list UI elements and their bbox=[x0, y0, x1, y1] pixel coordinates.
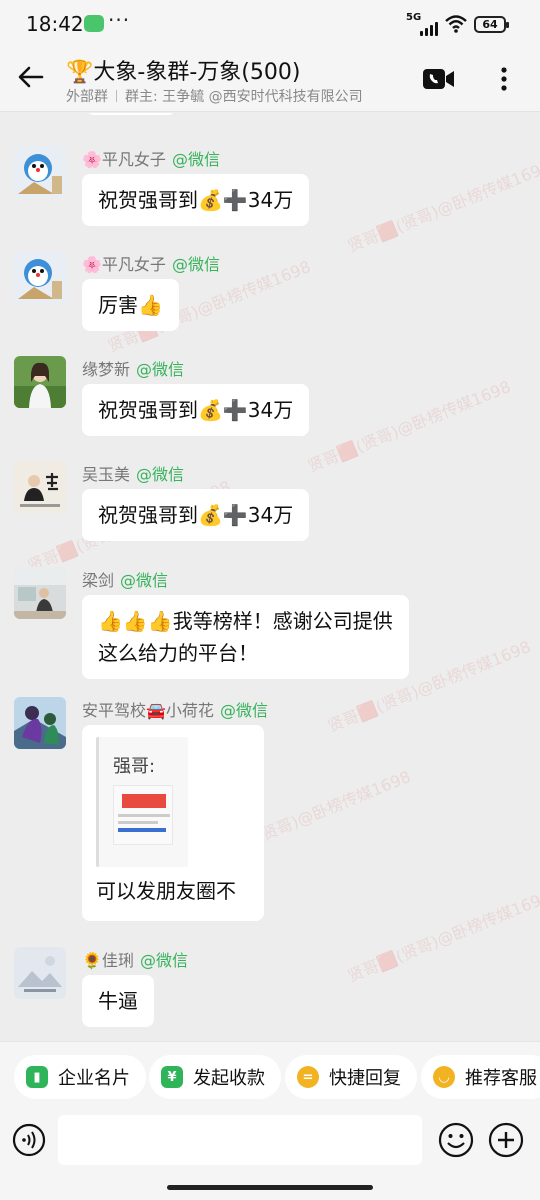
wechat-notification-icon bbox=[84, 15, 104, 32]
quoted-screenshot-thumbnail[interactable] bbox=[113, 785, 173, 845]
quoted-sender: 强哥: bbox=[113, 756, 156, 777]
message-bubble[interactable]: 牛逼 bbox=[82, 975, 154, 1027]
previous-message-bubble bbox=[86, 113, 176, 115]
message-bubble[interactable]: 👍👍👍我等榜样！感谢公司提供 这么给力的平台！ bbox=[82, 595, 409, 679]
recommend-service-button[interactable]: ◡ 推荐客服 bbox=[421, 1055, 540, 1099]
quick-reply-button[interactable]: = 快捷回复 bbox=[285, 1055, 417, 1099]
message-text: 可以发朋友圈不 bbox=[96, 879, 236, 903]
message-item: 🌸平凡女子 @微信 厉害👍 bbox=[14, 251, 526, 331]
enterprise-card-button[interactable]: ▮ 企业名片 bbox=[14, 1055, 146, 1099]
message-item: 缘梦新 @微信 祝贺强哥到💰➕34万 bbox=[14, 356, 526, 436]
avatar[interactable] bbox=[14, 697, 66, 749]
avatar[interactable] bbox=[14, 146, 66, 198]
message-bubble[interactable]: 强哥: 可以发朋友圈不 bbox=[82, 725, 264, 921]
emoji-icon[interactable] bbox=[438, 1122, 474, 1158]
quick-reply-icon: = bbox=[297, 1066, 319, 1088]
quick-action-bar: ▮ 企业名片 ¥ 发起收款 = 快捷回复 ◡ 推荐客服 bbox=[0, 1041, 540, 1113]
message-bubble[interactable]: 厉害👍 bbox=[82, 279, 179, 331]
voice-input-icon[interactable] bbox=[12, 1123, 46, 1157]
message-bubble[interactable]: 祝贺强哥到💰➕34万 bbox=[82, 174, 310, 226]
message-item: 梁剑 @微信 👍👍👍我等榜样！感谢公司提供 这么给力的平台！ bbox=[14, 567, 526, 679]
avatar[interactable] bbox=[14, 567, 66, 619]
plus-icon[interactable] bbox=[488, 1122, 524, 1158]
message-input[interactable] bbox=[58, 1115, 422, 1165]
avatar[interactable] bbox=[14, 461, 66, 513]
sender-name: 🌸平凡女子 @微信 bbox=[82, 150, 220, 169]
wifi-icon bbox=[445, 15, 467, 33]
group-owner: 群主: 王争毓 @西安时代科技有限公司 bbox=[125, 89, 363, 105]
sender-name: 梁剑 @微信 bbox=[82, 571, 169, 590]
status-more-dots: ··· bbox=[108, 8, 131, 32]
chat-message-list[interactable]: 贤哥🟥(贤哥)@卧榜传媒1698 贤哥🟥(贤哥)@卧榜传媒1698 贤哥🟥(贤哥… bbox=[0, 113, 540, 1041]
message-bubble[interactable]: 祝贺强哥到💰➕34万 bbox=[82, 489, 310, 541]
input-bar bbox=[0, 1113, 540, 1200]
signal-icon bbox=[420, 22, 438, 36]
group-subtitle: 外部群 群主: 王争毓 @西安时代科技有限公司 bbox=[66, 86, 363, 106]
sender-name: 安平驾校🚘小荷花 @微信 bbox=[82, 701, 268, 720]
avatar[interactable] bbox=[14, 356, 66, 408]
external-group-tag: 外部群 bbox=[66, 89, 108, 105]
group-title: 🏆大象-象群-万象(500) bbox=[66, 60, 301, 85]
sender-name: 🌻佳琍 @微信 bbox=[82, 951, 188, 970]
card-icon: ▮ bbox=[26, 1066, 48, 1088]
battery-icon: 64 bbox=[474, 16, 509, 33]
message-bubble[interactable]: 祝贺强哥到💰➕34万 bbox=[82, 384, 310, 436]
avatar[interactable] bbox=[14, 251, 66, 303]
avatar[interactable] bbox=[14, 947, 66, 999]
message-item: 🌸平凡女子 @微信 祝贺强哥到💰➕34万 bbox=[14, 146, 526, 226]
start-payment-button[interactable]: ¥ 发起收款 bbox=[149, 1055, 281, 1099]
quoted-image-card[interactable]: 强哥: bbox=[96, 737, 188, 867]
sender-name: 缘梦新 @微信 bbox=[82, 360, 185, 379]
status-bar: 18:42 ··· 5G 64 bbox=[0, 0, 540, 48]
status-time: 18:42 bbox=[26, 12, 84, 36]
home-indicator[interactable] bbox=[167, 1185, 373, 1190]
chat-header: 🏆大象-象群-万象(500) 外部群 群主: 王争毓 @西安时代科技有限公司 bbox=[0, 48, 540, 112]
service-icon: ◡ bbox=[433, 1066, 455, 1088]
video-call-icon[interactable] bbox=[423, 68, 455, 90]
message-item: 🌻佳琍 @微信 牛逼 bbox=[14, 947, 526, 1037]
sender-name: 🌸平凡女子 @微信 bbox=[82, 255, 220, 274]
sender-name: 吴玉美 @微信 bbox=[82, 465, 185, 484]
network-type: 5G bbox=[406, 12, 422, 23]
message-item: 安平驾校🚘小荷花 @微信 强哥: 可以发朋友圈不 bbox=[14, 697, 526, 927]
more-options-icon[interactable] bbox=[494, 64, 514, 94]
yen-icon: ¥ bbox=[161, 1066, 183, 1088]
back-arrow-icon[interactable] bbox=[16, 62, 46, 92]
message-item: 吴玉美 @微信 祝贺强哥到💰➕34万 bbox=[14, 461, 526, 541]
